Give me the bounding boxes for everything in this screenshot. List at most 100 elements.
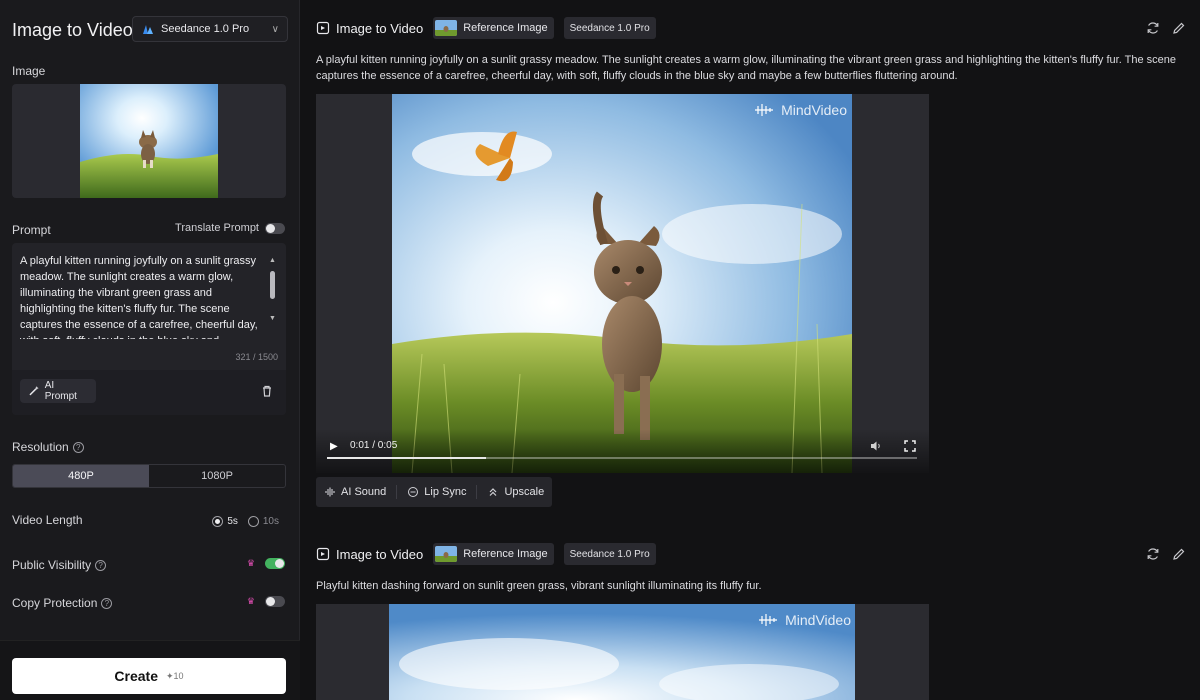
credit-cost: ✦10 [166,670,184,681]
play-icon[interactable]: ▶ [330,441,338,452]
reference-image-chip[interactable]: Reference Image [433,17,554,39]
card-actions [1146,21,1186,35]
model-select-label: Seedance 1.0 Pro [161,23,250,35]
result-card-header: Image to Video Reference Image Seedance … [316,16,656,40]
upscale-button[interactable]: Upscale [487,486,544,498]
copy-protection-label: Copy Protection? [12,596,113,610]
reference-image-chip[interactable]: Reference Image [433,543,554,565]
edit-pencil-icon[interactable] [1172,21,1186,35]
image-to-video-icon [316,547,330,561]
ai-sound-button[interactable]: AI Sound [324,486,386,498]
prompt-footer: AI Prompt [12,370,286,415]
watermark: MindVideo [753,102,847,118]
translate-prompt-row: Translate Prompt [175,222,285,234]
card-title: Image to Video [316,21,423,36]
watermark: MindVideo [757,612,851,628]
video-player[interactable]: MindVideo [316,604,929,700]
lip-sync-button[interactable]: Lip Sync [407,486,466,498]
help-icon[interactable]: ? [72,442,84,454]
help-icon[interactable]: ? [95,560,107,572]
reference-thumbnail [435,20,458,36]
reference-image-label: Reference Image [463,548,548,560]
lip-sync-icon [408,487,419,497]
page-title: Image to Video [12,19,133,40]
video-frame[interactable] [392,94,852,473]
length-option-10s[interactable]: 10s [247,516,279,528]
magic-wand-icon [29,386,39,396]
video-length-label: Video Length [12,513,83,527]
reference-thumbnail [435,546,458,562]
model-chip: Seedance 1.0 Pro [563,17,656,39]
resolution-1080p[interactable]: 1080P [149,465,285,487]
reference-image-label: Reference Image [463,22,548,34]
sound-wave-icon [325,487,335,497]
watermark-text: MindVideo [781,102,847,118]
translate-prompt-label: Translate Prompt [175,222,259,234]
copy-protection-toggle[interactable] [265,596,285,607]
panel-header: Image to Video Seedance 1.0 Pro ∨ [12,16,288,44]
results-feed: Image to Video Reference Image Seedance … [301,0,1200,700]
trash-icon[interactable] [260,384,274,398]
scroll-up-arrow-icon[interactable]: ▲ [269,257,276,264]
model-chip: Seedance 1.0 Pro [563,543,656,565]
copy-protection-text: Copy Protection [12,596,98,610]
volume-icon[interactable] [869,439,883,453]
uploaded-image-thumbnail[interactable] [80,84,218,198]
image-to-video-icon [316,21,330,35]
chevron-down-icon: ∨ [271,23,279,35]
ai-sound-label: AI Sound [341,486,387,498]
resolution-label: Resolution? [12,440,84,454]
length-10s-label: 10s [262,516,279,528]
prompt-scrollbar[interactable]: ▲ ▼ [269,257,276,337]
result-card-header: Image to Video Reference Image Seedance … [316,542,656,566]
translate-prompt-toggle[interactable] [265,222,285,234]
resolution-label-text: Resolution [12,440,69,454]
lip-sync-label: Lip Sync [424,486,467,498]
mindvideo-logo-icon [759,614,778,626]
seedance-logo-icon [143,25,153,34]
card-actions [1146,547,1186,561]
character-counter: 321 / 1500 [235,352,278,362]
crown-icon: ♛ [246,558,255,568]
create-bar: Create ✦10 [0,640,300,700]
resolution-480p[interactable]: 480P [13,465,149,487]
image-label: Image [12,64,46,78]
radio-icon [247,516,259,527]
prompt-box: A playful kitten running joyfully on a s… [12,243,286,415]
tool-divider [476,485,478,499]
image-upload-area[interactable] [12,84,286,198]
length-5s-label: 5s [227,516,238,528]
length-option-5s[interactable]: 5s [212,516,238,527]
regenerate-icon[interactable] [1146,547,1160,561]
scroll-down-arrow-icon[interactable]: ▼ [269,315,276,322]
scroll-thumb[interactable] [270,271,275,299]
create-button[interactable]: Create ✦10 [12,658,286,694]
prompt-label: Prompt [12,223,51,237]
video-progress-fill [327,457,487,459]
copy-protection-controls: ♛ [247,596,285,607]
prompt-textarea[interactable]: A playful kitten running joyfully on a s… [20,253,270,339]
card-title-text: Image to Video [336,20,424,36]
help-icon[interactable]: ? [101,598,113,610]
public-visibility-toggle[interactable] [265,558,285,569]
video-controls: ▶ 0:01 / 0:05 [316,429,929,473]
mindvideo-logo-icon [755,104,774,116]
regenerate-icon[interactable] [1146,21,1160,35]
create-label: Create [114,668,159,684]
card-title-text: Image to Video [336,546,424,562]
upscale-icon [490,488,497,496]
resolution-selector: 480P 1080P [12,464,286,488]
ai-prompt-button[interactable]: AI Prompt [20,379,96,403]
model-select[interactable]: Seedance 1.0 Pro ∨ [132,16,288,42]
video-time: 0:01 / 0:05 [350,440,398,451]
watermark-text: MindVideo [785,612,851,628]
video-kitten-frame [392,94,852,473]
edit-pencil-icon[interactable] [1172,547,1186,561]
video-player[interactable]: MindVideo ▶ 0:01 / 0:05 [316,94,929,473]
video-progress-bar[interactable] [327,457,917,459]
fullscreen-icon[interactable] [903,439,917,453]
public-visibility-label: Public Visibility? [12,558,107,572]
card-title: Image to Video [316,547,423,562]
settings-panel: Image to Video Seedance 1.0 Pro ∨ Image [0,0,300,700]
video-length-options: 5s 10s [212,516,279,527]
